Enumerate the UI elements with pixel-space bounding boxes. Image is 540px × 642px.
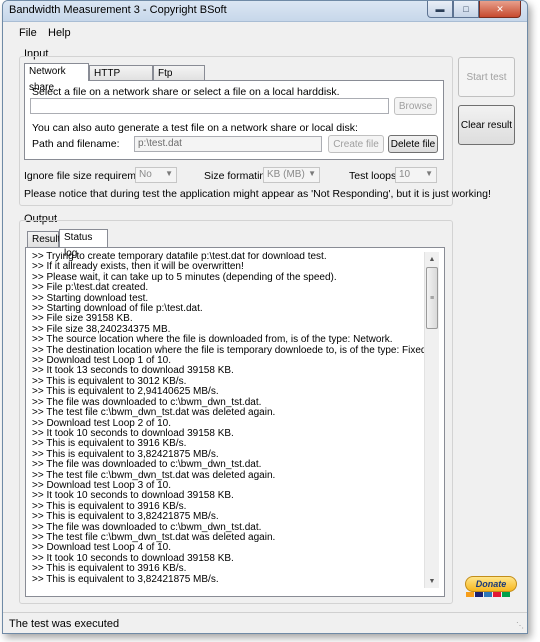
chevron-down-icon: ▼ [425,169,433,178]
main-window: Bandwidth Measurement 3 - Copyright BSof… [2,0,528,634]
status-log-scrollbar[interactable]: ▲ ≡ ▼ [424,252,439,588]
ignore-size-select[interactable]: No ▼ [135,167,177,183]
card-icon [493,592,501,597]
tab-status-log[interactable]: Status log [59,229,108,259]
title-bar[interactable]: Bandwidth Measurement 3 - Copyright BSof… [3,1,527,22]
tab-http-location[interactable]: HTTP location [89,65,153,95]
card-icon [484,592,492,597]
menu-bar: File Help [3,23,527,41]
payment-cards-icon [466,592,510,597]
select-file-label: Select a file on a network share or sele… [32,86,340,98]
file-path-input[interactable] [30,98,389,114]
menu-help[interactable]: Help [48,27,71,39]
close-icon: ✕ [496,3,504,14]
clear-result-button[interactable]: Clear result [458,105,515,145]
log-line: >> This is equivalent to 3,82421875 MB/s… [32,573,219,585]
test-loops-label: Test loops [349,170,397,182]
path-label: Path and filename: [32,138,120,150]
minimize-button[interactable]: ▬ [427,1,453,18]
status-bar: The test was executed ⋱ [3,612,527,633]
size-format-value: KB (MB) [267,169,305,180]
tab-ftp-location[interactable]: Ftp location [153,65,205,95]
log-line: >> The file was downloaded to c:\bwm_dwn… [32,459,262,471]
card-icon [475,592,483,597]
resize-grip-icon[interactable]: ⋱ [516,621,524,630]
chevron-down-icon: ▼ [308,169,316,178]
log-line: >> The test file c:\bwm_dwn_tst.dat was … [32,407,276,419]
chevron-down-icon: ▼ [165,169,173,178]
window-title: Bandwidth Measurement 3 - Copyright BSof… [9,4,227,16]
close-button[interactable]: ✕ [479,1,521,18]
scroll-down-icon[interactable]: ▼ [425,574,439,588]
tab-network-share[interactable]: Network share [24,63,89,93]
card-icon [466,592,474,597]
window-controls: ▬ □ ✕ [427,1,521,18]
maximize-icon: □ [463,4,469,14]
log-line: >> This is equivalent to 3,82421875 MB/s… [32,511,219,523]
card-icon [502,592,510,597]
test-loops-select[interactable]: 10 ▼ [395,167,437,183]
scroll-thumb[interactable]: ≡ [426,267,438,329]
test-loops-value: 10 [399,169,411,180]
donate-button[interactable]: Donate [465,576,517,592]
scroll-up-icon[interactable]: ▲ [425,252,439,266]
maximize-button[interactable]: □ [453,1,479,18]
size-format-label: Size formating [204,170,272,182]
minimize-icon: ▬ [435,4,445,14]
size-format-select[interactable]: KB (MB) ▼ [263,167,320,183]
status-log[interactable]: >> Trying to create temporary datafile p… [32,252,426,588]
path-input[interactable]: p:\test.dat [134,136,322,152]
ignore-size-value: No [139,169,152,180]
delete-file-button[interactable]: Delete file [388,135,438,153]
auto-generate-label: You can also auto generate a test file o… [32,122,358,134]
start-test-button[interactable]: Start test [458,57,515,97]
notice-text: Please notice that during test the appli… [24,188,491,200]
menu-file[interactable]: File [19,27,37,39]
create-file-button[interactable]: Create file [328,135,384,153]
status-text: The test was executed [9,618,120,630]
tab-result[interactable]: Result [27,231,60,247]
browse-button[interactable]: Browse [394,97,437,115]
